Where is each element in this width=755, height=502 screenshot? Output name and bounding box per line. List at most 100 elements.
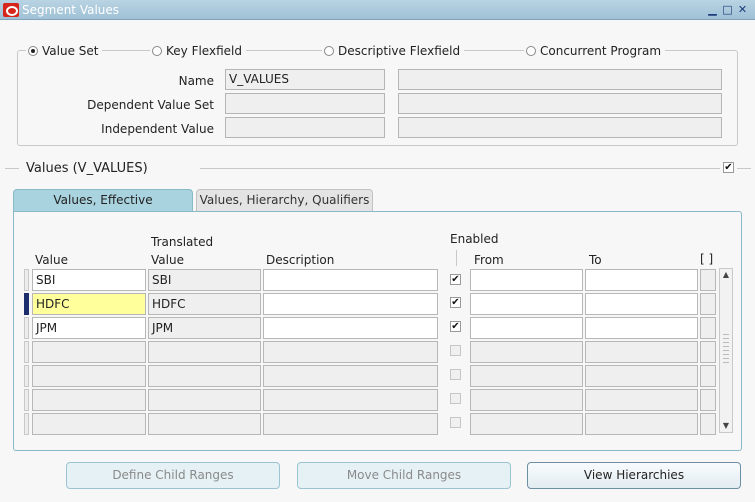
scroll-up-icon[interactable]: ▲ <box>720 269 732 281</box>
from-date-cell[interactable] <box>470 317 583 339</box>
flex-cell[interactable] <box>700 389 716 411</box>
translated-value-cell[interactable]: JPM <box>148 317 261 339</box>
scroll-down-icon[interactable]: ▼ <box>720 420 732 432</box>
column-header-enabled: Enabled <box>450 232 499 246</box>
enabled-checkbox[interactable]: ✔ <box>450 297 461 308</box>
translated-value-cell[interactable]: HDFC <box>148 293 261 315</box>
dependent-value-set-label: Dependent Value Set <box>87 98 214 112</box>
enabled-checkbox[interactable]: ✔ <box>450 321 461 332</box>
radio-unselected-icon <box>324 46 334 56</box>
view-hierarchies-button[interactable]: View Hierarchies <box>527 462 741 489</box>
column-header-from: From <box>474 253 504 267</box>
oracle-app-icon <box>3 3 19 17</box>
row-indicator[interactable] <box>24 365 29 387</box>
move-child-ranges-button[interactable]: Move Child Ranges <box>297 462 511 489</box>
from-date-cell[interactable] <box>470 341 583 363</box>
radio-concurrent-program[interactable]: Concurrent Program <box>524 43 666 59</box>
enabled-checkbox[interactable] <box>450 417 461 428</box>
translated-value-cell[interactable] <box>148 341 261 363</box>
enabled-separator <box>456 250 457 266</box>
from-date-cell[interactable] <box>470 293 583 315</box>
tab-values-effective[interactable]: Values, Effective <box>13 189 193 212</box>
translated-value-cell[interactable] <box>148 413 261 435</box>
to-date-cell[interactable] <box>585 293 698 315</box>
flex-column-header[interactable]: [ ] <box>700 252 713 266</box>
enabled-checkbox[interactable]: ✔ <box>450 274 461 285</box>
flex-cell[interactable] <box>700 365 716 387</box>
column-header-value: Value <box>35 253 68 267</box>
tab-values-hierarchy-qualifiers[interactable]: Values, Hierarchy, Qualifiers <box>196 189 373 211</box>
row-indicator[interactable] <box>24 389 29 411</box>
radio-unselected-icon <box>526 46 536 56</box>
column-header-translated: Translated <box>151 235 214 249</box>
value-cell[interactable]: HDFC <box>32 293 146 315</box>
minimize-icon[interactable]: ▁ <box>707 4 718 15</box>
to-date-cell[interactable] <box>585 365 698 387</box>
description-cell[interactable] <box>263 317 438 339</box>
maximize-icon[interactable]: □ <box>722 4 733 15</box>
flex-cell[interactable] <box>700 293 716 315</box>
define-child-ranges-button[interactable]: Define Child Ranges <box>66 462 280 489</box>
flex-cell[interactable] <box>700 413 716 435</box>
description-cell[interactable] <box>263 293 438 315</box>
enabled-checkbox[interactable] <box>450 345 461 356</box>
dependent-value-set-field[interactable] <box>225 93 385 114</box>
from-date-cell[interactable] <box>470 365 583 387</box>
value-cell[interactable] <box>32 365 146 387</box>
translated-value-cell[interactable]: SBI <box>148 269 261 291</box>
vertical-scrollbar[interactable]: ▲ ▼ <box>719 268 733 433</box>
radio-key-flexfield-label: Key Flexfield <box>166 44 242 58</box>
window-title: Segment Values <box>22 3 120 17</box>
value-cell[interactable]: SBI <box>32 269 146 291</box>
name-field[interactable]: V_VALUES <box>225 69 385 90</box>
name-description-field[interactable] <box>398 69 722 90</box>
enabled-checkbox[interactable] <box>450 393 461 404</box>
independent-description-field[interactable] <box>398 117 722 138</box>
description-cell[interactable] <box>263 365 438 387</box>
radio-value-set[interactable]: Value Set <box>26 43 103 59</box>
radio-key-flexfield[interactable]: Key Flexfield <box>150 43 246 59</box>
row-indicator[interactable] <box>24 269 29 291</box>
radio-value-set-label: Value Set <box>42 44 99 58</box>
column-header-translated-value: Value <box>151 253 184 267</box>
row-indicator[interactable] <box>24 317 29 339</box>
description-cell[interactable] <box>263 269 438 291</box>
from-date-cell[interactable] <box>470 269 583 291</box>
value-cell[interactable] <box>32 389 146 411</box>
section-divider-left <box>5 168 19 169</box>
values-section-checkbox[interactable]: ✔ <box>723 162 734 173</box>
value-cell[interactable] <box>32 413 146 435</box>
row-indicator[interactable] <box>24 341 29 363</box>
description-cell[interactable] <box>263 341 438 363</box>
from-date-cell[interactable] <box>470 389 583 411</box>
radio-selected-icon <box>28 46 38 56</box>
flex-cell[interactable] <box>700 269 716 291</box>
radio-descriptive-flexfield-label: Descriptive Flexfield <box>338 44 461 58</box>
values-section-title: Values (V_VALUES) <box>26 161 148 176</box>
from-date-cell[interactable] <box>470 413 583 435</box>
translated-value-cell[interactable] <box>148 389 261 411</box>
radio-unselected-icon <box>152 46 162 56</box>
translated-value-cell[interactable] <box>148 365 261 387</box>
to-date-cell[interactable] <box>585 317 698 339</box>
description-cell[interactable] <box>263 389 438 411</box>
section-divider-right <box>200 168 720 169</box>
flex-cell[interactable] <box>700 341 716 363</box>
enabled-checkbox[interactable] <box>450 369 461 380</box>
radio-descriptive-flexfield[interactable]: Descriptive Flexfield <box>322 43 465 59</box>
current-row-indicator[interactable] <box>24 293 29 315</box>
to-date-cell[interactable] <box>585 269 698 291</box>
to-date-cell[interactable] <box>585 389 698 411</box>
scroll-thumb-grip[interactable] <box>723 334 729 364</box>
column-header-description: Description <box>266 253 335 267</box>
to-date-cell[interactable] <box>585 413 698 435</box>
value-cell[interactable]: JPM <box>32 317 146 339</box>
description-cell[interactable] <box>263 413 438 435</box>
flex-cell[interactable] <box>700 317 716 339</box>
to-date-cell[interactable] <box>585 341 698 363</box>
row-indicator[interactable] <box>24 413 29 435</box>
dependent-description-field[interactable] <box>398 93 722 114</box>
value-cell[interactable] <box>32 341 146 363</box>
independent-value-field[interactable] <box>225 117 385 138</box>
close-icon[interactable]: ✕ <box>737 4 748 15</box>
